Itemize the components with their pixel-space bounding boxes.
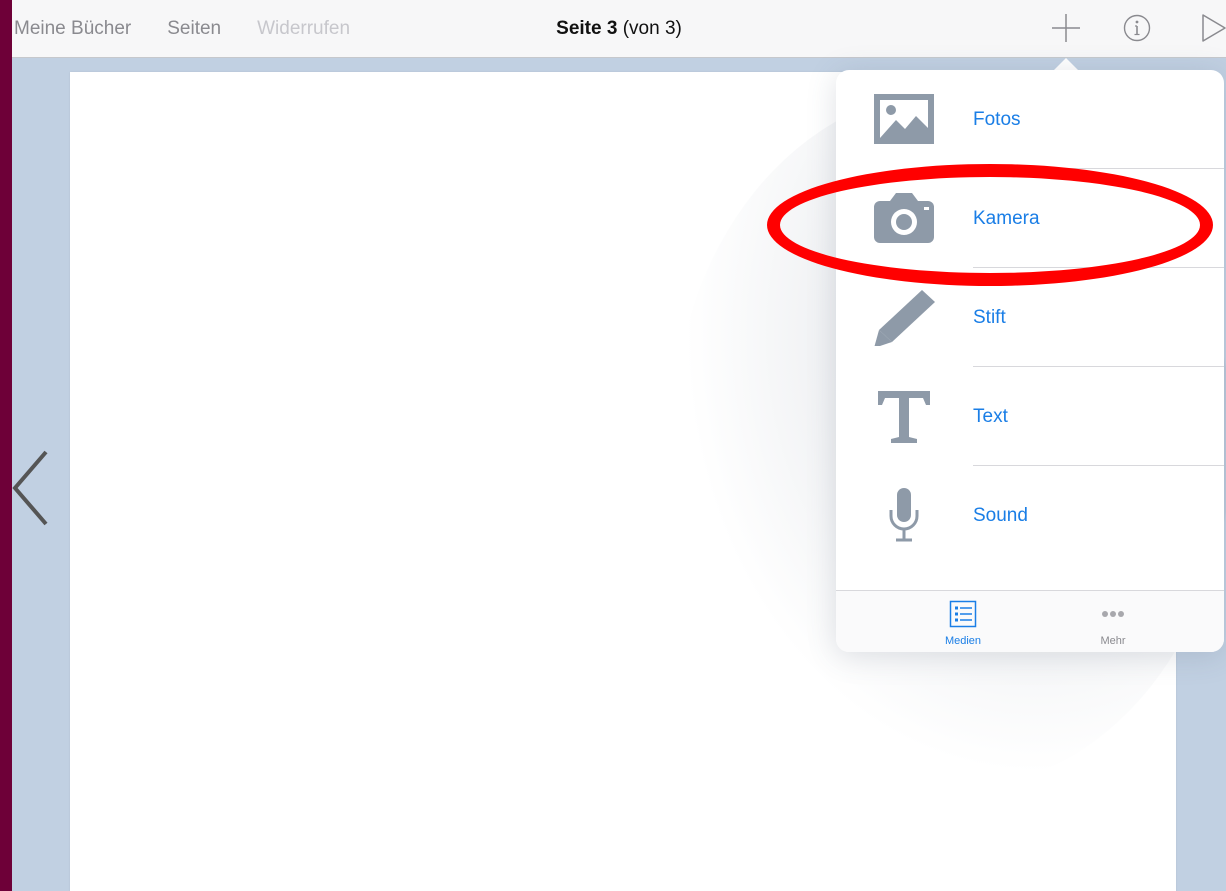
navigation-bar: Meine Bücher Seiten Widerrufen Seite 3 (… bbox=[12, 0, 1226, 58]
pencil-icon bbox=[874, 290, 935, 346]
ellipsis-icon bbox=[1102, 611, 1124, 617]
page-title-current: Seite 3 bbox=[556, 18, 618, 39]
undo-button[interactable]: Widerrufen bbox=[257, 18, 350, 40]
my-books-button[interactable]: Meine Bücher bbox=[14, 18, 131, 40]
menu-item-pen[interactable]: Stift bbox=[836, 268, 1224, 367]
photo-icon bbox=[874, 94, 934, 144]
pages-button[interactable]: Seiten bbox=[167, 18, 221, 40]
microphone-icon bbox=[889, 488, 919, 542]
text-icon bbox=[878, 391, 930, 443]
camera-icon bbox=[874, 193, 934, 243]
plus-icon[interactable] bbox=[1049, 11, 1083, 45]
menu-item-label: Sound bbox=[973, 505, 1028, 526]
menu-item-label: Stift bbox=[973, 307, 1006, 328]
menu-item-photos[interactable]: Fotos bbox=[836, 70, 1224, 169]
tab-label: Medien bbox=[944, 635, 982, 647]
menu-item-camera[interactable]: Kamera bbox=[836, 169, 1224, 268]
info-icon[interactable] bbox=[1120, 11, 1154, 45]
page-title-total: (von 3) bbox=[617, 18, 682, 39]
add-media-popover: Fotos Kamera Stift Text Sound Medien Meh… bbox=[836, 70, 1224, 652]
tab-label: Mehr bbox=[1100, 635, 1126, 647]
tab-more[interactable]: Mehr bbox=[1048, 591, 1178, 652]
previous-page-chevron-icon[interactable] bbox=[12, 448, 52, 528]
menu-item-label: Kamera bbox=[973, 208, 1040, 229]
menu-item-text[interactable]: Text bbox=[836, 367, 1224, 466]
play-icon[interactable] bbox=[1198, 11, 1226, 45]
menu-item-label: Fotos bbox=[973, 109, 1021, 130]
nav-left-group: Meine Bücher Seiten Widerrufen bbox=[14, 0, 386, 57]
tab-media[interactable]: Medien bbox=[898, 591, 1028, 652]
app-window: Meine Bücher Seiten Widerrufen Seite 3 (… bbox=[12, 0, 1226, 891]
menu-item-sound[interactable]: Sound bbox=[836, 466, 1224, 565]
popover-tab-bar: Medien Mehr bbox=[836, 590, 1224, 652]
menu-item-label: Text bbox=[973, 406, 1008, 427]
list-icon bbox=[949, 600, 977, 628]
